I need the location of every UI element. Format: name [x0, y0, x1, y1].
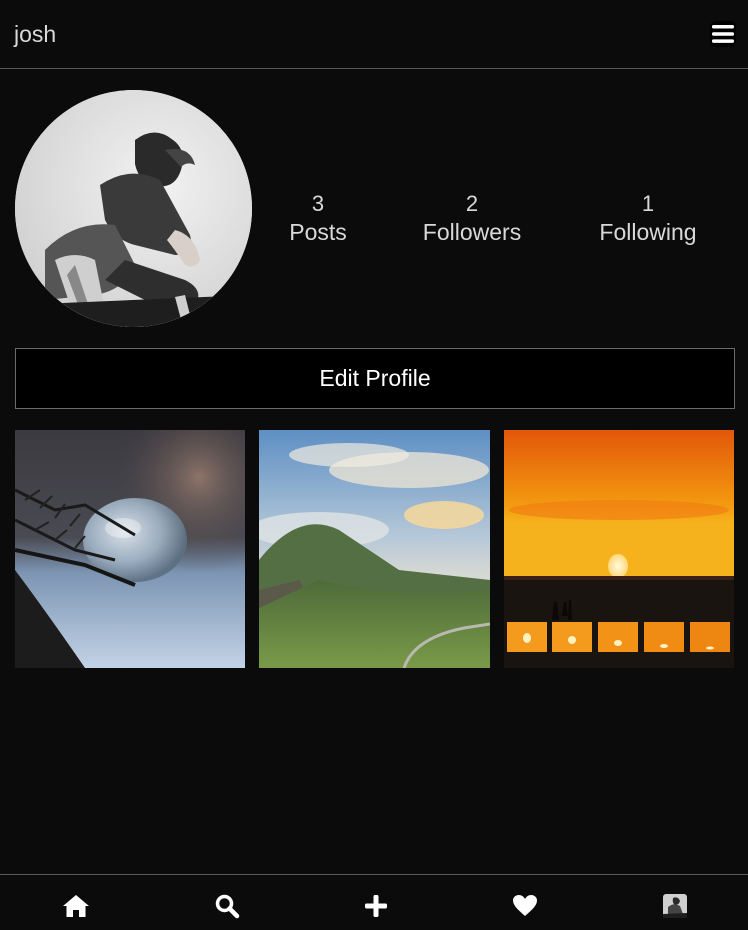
- sunset-sequence-strip: [507, 622, 730, 652]
- edit-profile-button[interactable]: Edit Profile: [15, 348, 735, 409]
- nav-activity[interactable]: [510, 891, 540, 921]
- stat-following[interactable]: 1 Following: [568, 190, 728, 246]
- posts-count: 3: [311, 191, 325, 216]
- nav-search[interactable]: [212, 891, 242, 921]
- post-image-valley: [259, 430, 490, 668]
- hamburger-menu-icon: [712, 25, 734, 43]
- posts-label: Posts: [289, 219, 347, 245]
- followers-count: 2: [465, 191, 479, 216]
- nav-profile[interactable]: [660, 891, 690, 921]
- following-label: Following: [599, 219, 697, 245]
- stat-followers[interactable]: 2 Followers: [392, 190, 552, 246]
- nav-home[interactable]: [61, 891, 91, 921]
- profile-screen: josh 3 Posts 2 Followers 1 Following Edi…: [0, 0, 748, 930]
- plus-icon: [365, 895, 387, 917]
- following-count: 1: [641, 191, 655, 216]
- bottom-navigation: [0, 874, 748, 930]
- search-icon: [215, 894, 240, 919]
- stat-posts[interactable]: 3 Posts: [238, 190, 398, 246]
- post-thumbnail-2[interactable]: [259, 430, 490, 668]
- post-thumbnail-3[interactable]: [504, 430, 734, 668]
- profile-stats: 3 Posts 2 Followers 1 Following: [252, 190, 748, 250]
- followers-label: Followers: [422, 219, 522, 245]
- nav-add-post[interactable]: [361, 891, 391, 921]
- post-image-bubble: [15, 430, 245, 668]
- post-thumbnail-1[interactable]: [15, 430, 245, 668]
- post-image-sunset: [504, 430, 734, 668]
- username-title: josh: [14, 20, 57, 47]
- avatar[interactable]: [15, 90, 252, 327]
- top-bar: josh: [0, 0, 748, 69]
- home-icon: [63, 895, 89, 917]
- avatar-photo: [15, 90, 252, 327]
- menu-button[interactable]: [710, 21, 736, 47]
- profile-avatar-icon: [663, 894, 687, 918]
- heart-icon: [513, 895, 537, 916]
